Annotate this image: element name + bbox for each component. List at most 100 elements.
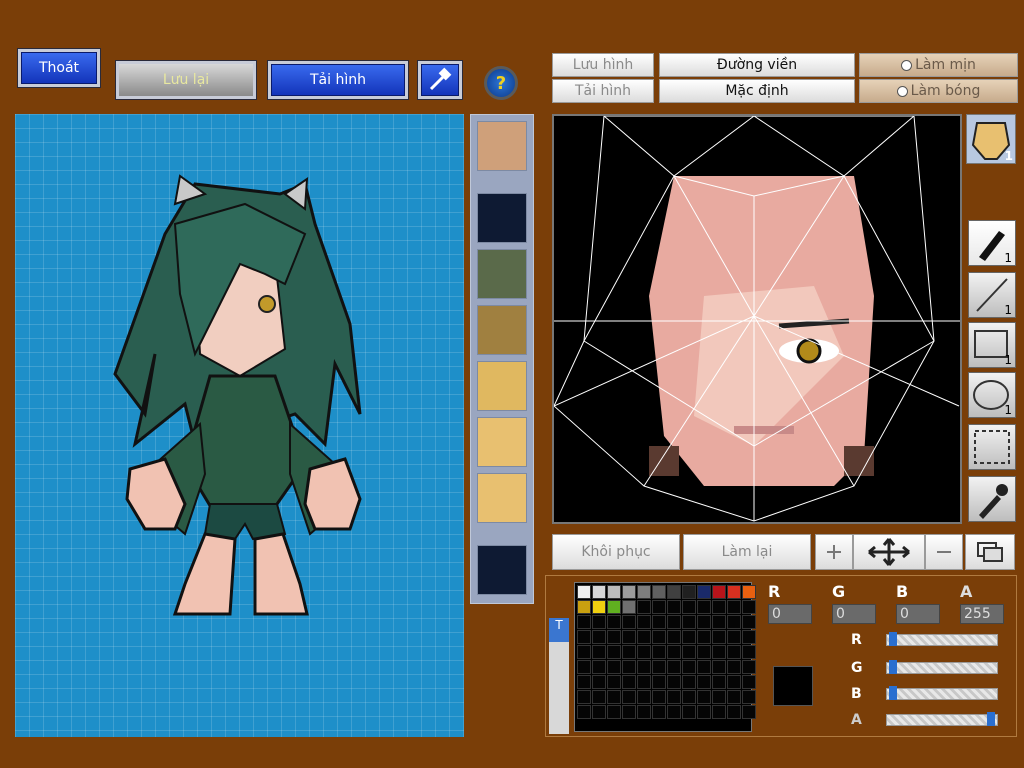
palette-swatch[interactable] [652,675,666,689]
g-value-input[interactable]: 0 [832,604,876,624]
a-slider[interactable] [886,712,998,726]
palette-swatch[interactable] [697,630,711,644]
palette-swatch[interactable] [622,690,636,704]
palette-swatch[interactable] [682,630,696,644]
palette-swatch[interactable] [652,690,666,704]
tab-load-image[interactable]: Tải hình [552,79,654,103]
tab-save-image[interactable]: Lưu hình [552,53,654,77]
r-value-input[interactable]: 0 [768,604,812,624]
palette-swatch[interactable] [637,630,651,644]
palette-swatch[interactable] [682,705,696,719]
palette-swatch[interactable] [622,705,636,719]
shine-radio[interactable]: Làm bóng [859,79,1018,103]
face-thumbnail[interactable]: 1 [966,114,1016,164]
palette-swatch[interactable] [667,615,681,629]
palette-swatch[interactable] [712,705,726,719]
ellipse-tool-button[interactable]: 1 [968,372,1016,418]
drawing-canvas[interactable] [552,114,962,524]
palette-tab-active[interactable]: T [549,618,569,642]
zoom-in-button[interactable] [815,534,853,570]
hammer-tool-button[interactable] [417,60,463,100]
smooth-radio[interactable]: Làm mịn [859,53,1018,77]
palette-grid[interactable] [574,582,756,732]
palette-swatch[interactable] [592,630,606,644]
save-button[interactable]: Lưu lại [115,60,257,100]
palette-swatch[interactable] [607,705,621,719]
eyedropper-tool-button[interactable] [968,476,1016,522]
load-image-button[interactable]: Tải hình [267,60,409,100]
palette-swatch[interactable] [712,630,726,644]
g-slider[interactable] [886,660,998,674]
palette-swatch[interactable] [652,615,666,629]
palette-swatch[interactable] [577,615,591,629]
palette-swatch[interactable] [637,585,651,599]
palette-swatch[interactable] [607,615,621,629]
palette-swatch[interactable] [742,705,756,719]
palette-swatch[interactable] [742,630,756,644]
palette-swatch[interactable] [667,600,681,614]
palette-swatch[interactable] [742,600,756,614]
palette-swatch[interactable] [697,585,711,599]
palette-swatch[interactable] [622,585,636,599]
palette-swatch[interactable] [697,705,711,719]
palette-swatch[interactable] [577,660,591,674]
a-slider-knob[interactable] [986,712,995,726]
palette-swatch[interactable] [712,690,726,704]
palette-swatch[interactable] [742,645,756,659]
r-slider-knob[interactable] [889,632,898,646]
palette-swatch[interactable] [712,645,726,659]
palette-swatch[interactable] [667,585,681,599]
slot-face-preview[interactable] [477,121,527,171]
palette-swatch[interactable] [652,600,666,614]
palette-swatch[interactable] [637,615,651,629]
palette-swatch[interactable] [592,600,606,614]
palette-swatch[interactable] [697,690,711,704]
palette-swatch[interactable] [742,585,756,599]
palette-swatch[interactable] [592,615,606,629]
palette-swatch[interactable] [712,615,726,629]
palette-swatch[interactable] [697,615,711,629]
palette-swatch[interactable] [727,615,741,629]
palette-swatch[interactable] [652,630,666,644]
palette-swatch[interactable] [607,585,621,599]
palette-swatch[interactable] [727,705,741,719]
slot-face-mouth[interactable] [477,473,527,523]
b-slider-knob[interactable] [889,686,898,700]
palette-swatch[interactable] [592,705,606,719]
b-value-input[interactable]: 0 [896,604,940,624]
palette-swatch[interactable] [667,660,681,674]
palette-swatch[interactable] [637,600,651,614]
move-button[interactable] [853,534,925,570]
palette-swatch[interactable] [607,660,621,674]
palette-swatch[interactable] [667,705,681,719]
slot-empty[interactable] [477,545,527,595]
palette-swatch[interactable] [607,600,621,614]
slot-face-plain[interactable] [477,417,527,467]
rectangle-tool-button[interactable]: 1 [968,322,1016,368]
palette-swatch[interactable] [622,615,636,629]
line-tool-button[interactable]: 1 [968,272,1016,318]
a-value-input[interactable]: 255 [960,604,1004,624]
palette-swatch[interactable] [697,660,711,674]
palette-swatch[interactable] [682,660,696,674]
palette-swatch[interactable] [607,630,621,644]
palette-swatch[interactable] [682,675,696,689]
palette-swatch[interactable] [697,675,711,689]
palette-swatch[interactable] [622,645,636,659]
palette-swatch[interactable] [577,630,591,644]
palette-swatch[interactable] [607,645,621,659]
palette-swatch[interactable] [652,705,666,719]
palette-swatch[interactable] [652,645,666,659]
slot-body[interactable] [477,305,527,355]
palette-swatch[interactable] [712,660,726,674]
palette-swatch[interactable] [727,675,741,689]
palette-swatch[interactable] [607,690,621,704]
palette-swatch[interactable] [637,675,651,689]
palette-swatch[interactable] [592,660,606,674]
tab-outline[interactable]: Đường viền [659,53,855,77]
palette-swatch[interactable] [712,675,726,689]
slot-mask[interactable] [477,249,527,299]
palette-swatch[interactable] [622,660,636,674]
palette-swatch[interactable] [592,585,606,599]
palette-swatch[interactable] [577,600,591,614]
